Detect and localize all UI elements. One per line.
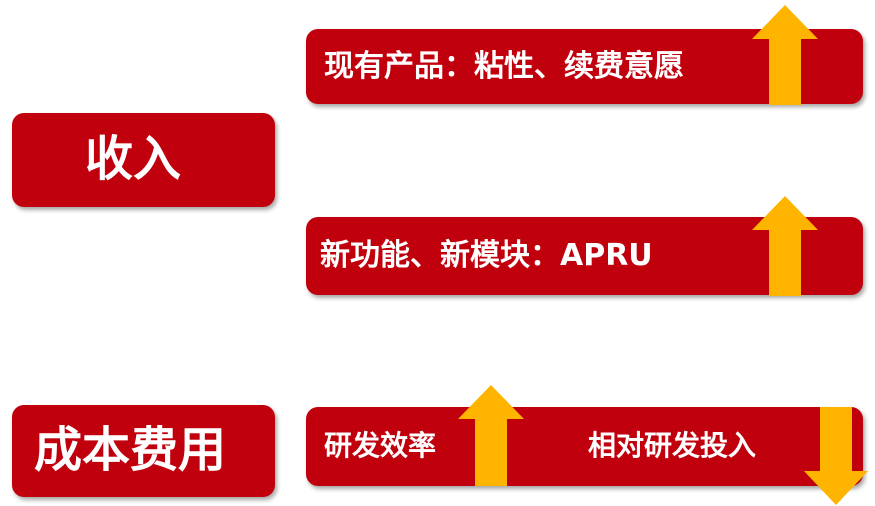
new-features-label: 新功能、新模块：APRU bbox=[320, 238, 653, 273]
cost-items-box: 研发效率 相对研发投入 bbox=[306, 407, 863, 486]
rd-efficiency-label: 研发效率 bbox=[324, 429, 437, 462]
cost-category-label: 成本费用 bbox=[34, 422, 227, 478]
existing-products-label: 现有产品：粘性、续费意愿 bbox=[324, 49, 684, 84]
up-arrow-icon bbox=[458, 385, 524, 486]
up-arrow-icon bbox=[752, 196, 818, 296]
cost-category-box: 成本费用 bbox=[12, 405, 275, 497]
revenue-category-box: 收入 bbox=[12, 113, 275, 207]
revenue-category-label: 收入 bbox=[85, 131, 182, 187]
relative-rd-investment-label: 相对研发投入 bbox=[588, 429, 757, 462]
up-arrow-icon bbox=[752, 5, 818, 105]
down-arrow-icon bbox=[804, 407, 868, 505]
